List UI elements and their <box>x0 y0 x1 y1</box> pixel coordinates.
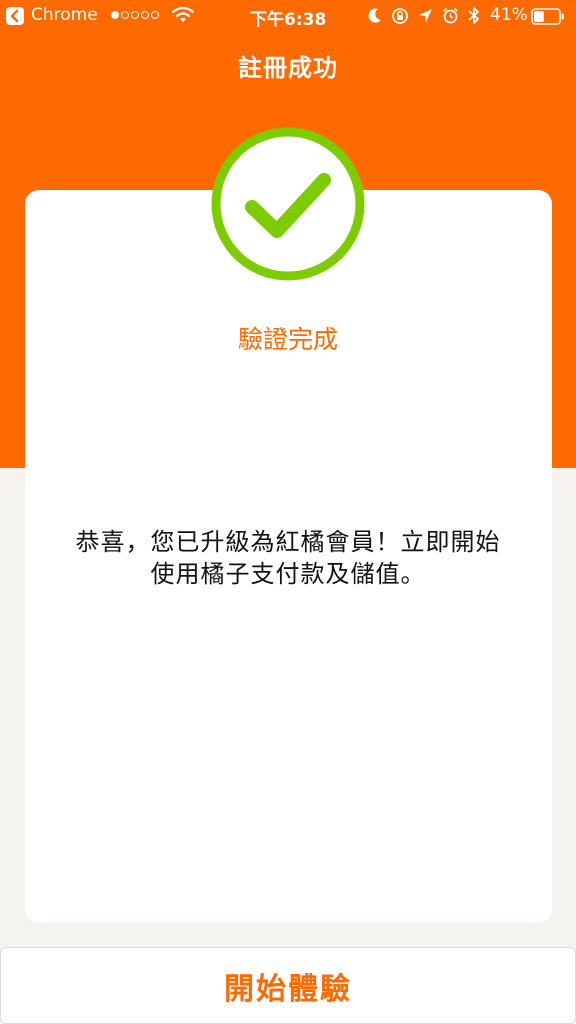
wifi-icon <box>171 6 195 29</box>
location-arrow-icon <box>418 8 433 28</box>
start-experience-button[interactable]: 開始體驗 <box>0 947 576 1024</box>
battery-icon <box>531 8 565 25</box>
back-icon[interactable] <box>6 7 24 25</box>
status-time: 下午6:38 <box>250 10 327 30</box>
status-bar: Chrome 下午6:38 41% <box>0 0 576 34</box>
rotation-lock-icon <box>391 7 409 30</box>
success-message-line-1: 恭喜，您已升級為紅橘會員！立即開始 <box>75 528 501 556</box>
alarm-icon <box>442 7 459 29</box>
bluetooth-icon <box>468 6 480 30</box>
moon-icon <box>368 8 382 29</box>
battery-percent: 41% <box>490 5 528 25</box>
registration-success-screen: Chrome 下午6:38 41% 註冊成功 驗證完成 恭喜，您已升級為紅橘會員… <box>0 0 576 1024</box>
success-message: 恭喜，您已升級為紅橘會員！立即開始 使用橘子支付款及儲值。 <box>40 526 536 590</box>
checkmark-icon <box>211 127 365 281</box>
page-title: 註冊成功 <box>238 54 338 82</box>
status-icons <box>368 6 480 30</box>
signal-strength <box>111 11 159 19</box>
success-message-line-2: 使用橘子支付款及儲值。 <box>150 560 426 588</box>
back-to-app-label[interactable]: Chrome <box>31 5 98 25</box>
verification-complete-label: 驗證完成 <box>237 325 338 354</box>
